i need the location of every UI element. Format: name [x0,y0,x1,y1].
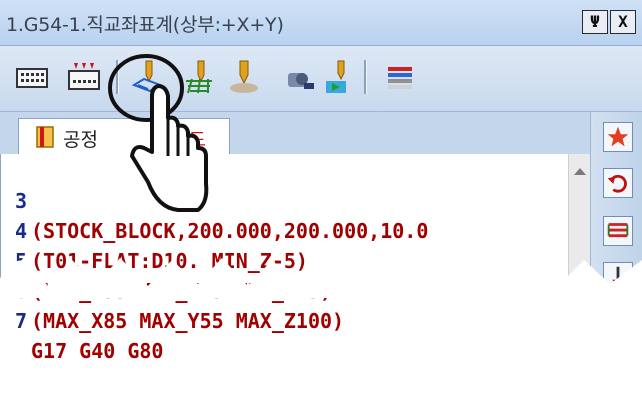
code-text: G17 G40 G80 [31,339,164,363]
toolbar [0,46,642,112]
code-line[interactable]: 5 (MIN_X55 MIN_Y15 MIN_Z-5) [1,216,561,303]
tab-process-label: 공정 [63,129,98,151]
keyboard-arrows-icon[interactable] [66,59,102,95]
tool-simulate-icon[interactable] [282,59,318,95]
keyboard-icon[interactable] [14,59,50,95]
window-title-bar[interactable]: 1.G54-1.직교좌표계(상부:+X+Y) Ψ X [0,0,642,46]
window-title: 1.G54-1.직교좌표계(상부:+X+Y) [6,14,284,36]
tool-export-icon[interactable] [320,59,356,95]
tool-fill-icon[interactable] [226,59,262,95]
document-icon [36,126,54,148]
code-text: (MAX_X85 MAX_Y55 MAX_Z100) [31,309,345,333]
undo-icon[interactable] [603,168,633,198]
tab-strip: 공정 코드 [0,112,600,154]
pin-button[interactable]: Ψ [582,10,608,34]
torn-edge-decoration [0,258,642,298]
close-button[interactable]: X [610,10,636,34]
layers-icon[interactable] [603,216,633,246]
color-bars-icon[interactable] [382,59,418,95]
code-line[interactable]: 4 (T01-FLAT:D10. MIN_Z-5) [1,186,561,273]
star-icon[interactable] [603,122,633,152]
hand-cursor-icon [108,54,209,212]
scroll-up-icon[interactable] [574,168,586,175]
line-number: 7 [14,309,27,333]
code-line[interactable]: 3 (STOCK_BLOCK,200.000,200.000,10.0 [1,156,561,243]
